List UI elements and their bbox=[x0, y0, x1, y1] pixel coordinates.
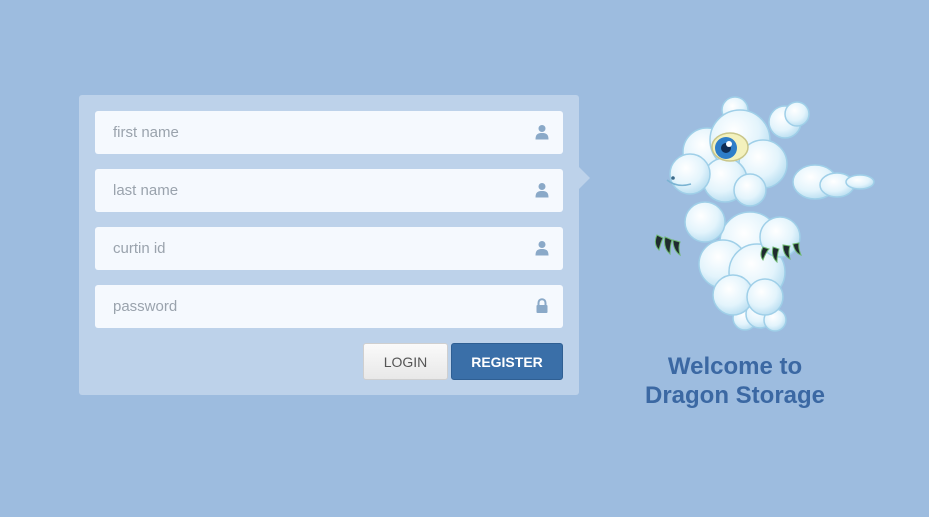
welcome-heading: Welcome to Dragon Storage bbox=[620, 352, 850, 410]
password-field[interactable] bbox=[95, 285, 563, 328]
curtin-id-input[interactable] bbox=[95, 227, 513, 270]
login-form-panel: LOGIN REGISTER bbox=[79, 95, 590, 395]
login-button[interactable]: LOGIN bbox=[363, 343, 448, 380]
last-name-field[interactable] bbox=[95, 169, 563, 212]
welcome-line-1: Welcome to bbox=[667, 353, 803, 380]
user-icon bbox=[535, 183, 549, 198]
lock-icon bbox=[536, 298, 548, 313]
first-name-field[interactable] bbox=[95, 111, 563, 154]
last-name-input[interactable] bbox=[95, 169, 513, 212]
cloud-dragon-mascot bbox=[654, 96, 875, 332]
password-input[interactable] bbox=[95, 285, 513, 328]
panel-pointer-arrow bbox=[579, 167, 590, 189]
user-icon bbox=[535, 241, 549, 256]
welcome-line-2: Dragon Storage bbox=[644, 382, 826, 409]
user-icon bbox=[535, 125, 549, 140]
curtin-id-field[interactable] bbox=[95, 227, 563, 270]
register-button[interactable]: REGISTER bbox=[451, 343, 563, 380]
first-name-input[interactable] bbox=[95, 111, 513, 154]
